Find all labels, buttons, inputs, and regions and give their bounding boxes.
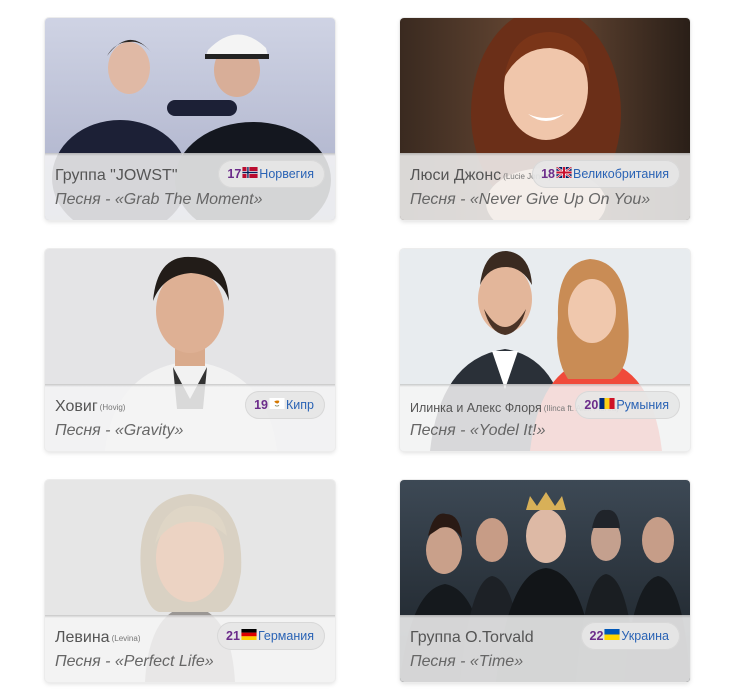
participant-card[interactable]: Группа "JOWST" Песня - «Grab The Moment»… xyxy=(45,18,335,220)
card-info-panel: Илинка и Алекс Флоря(Ilinca ft. Alex Flo… xyxy=(400,384,690,451)
country-badge[interactable]: 20 Румыния xyxy=(575,391,680,419)
performance-number: 22 xyxy=(589,629,604,643)
artist-name: Ховиг (Hovig) xyxy=(55,398,126,415)
germany-flag-icon xyxy=(241,628,257,640)
artist-name: Группа "JOWST" xyxy=(55,167,178,184)
card-info-panel: Люси Джонс (Lucie Jones) Песня - «Never G… xyxy=(400,153,690,220)
card-info-panel: Ховиг (Hovig) Песня - «Gravity» 19 Кипр xyxy=(45,384,335,451)
participant-card[interactable]: Ховиг (Hovig) Песня - «Gravity» 19 Кипр xyxy=(45,249,335,451)
country-badge[interactable]: 17 Норвегия xyxy=(218,160,325,188)
card-info-panel: Группа O.Torvald Песня - «Time» 22 Украи… xyxy=(400,615,690,682)
performance-number: 19 xyxy=(254,398,268,412)
country-link[interactable]: Кипр xyxy=(286,398,314,412)
participant-card[interactable]: Левина (Levina) Песня - «Perfect Life» 21… xyxy=(45,480,335,682)
song-line: Песня - «Grab The Moment» xyxy=(55,191,263,208)
uk-flag-icon xyxy=(556,166,572,178)
artist-name: Группа O.Torvald xyxy=(410,629,534,646)
participant-card[interactable]: Группа O.Torvald Песня - «Time» 22 Украи… xyxy=(400,480,690,682)
ukraine-flag-icon xyxy=(604,628,620,640)
song-line: Песня - «Yodel It!» xyxy=(410,422,546,439)
norway-flag-icon xyxy=(242,166,258,178)
participant-card[interactable]: Илинка и Алекс Флоря(Ilinca ft. Alex Flo… xyxy=(400,249,690,451)
card-info-panel: Левина (Levina) Песня - «Perfect Life» 21… xyxy=(45,615,335,682)
country-link[interactable]: Норвегия xyxy=(259,167,314,181)
country-badge[interactable]: 18 Великобритания xyxy=(532,160,680,188)
country-link[interactable]: Великобритания xyxy=(573,167,669,181)
performance-number: 21 xyxy=(226,629,240,643)
country-badge[interactable]: 19 Кипр xyxy=(245,391,325,419)
country-link[interactable]: Украина xyxy=(621,629,669,643)
artist-name: Левина (Levina) xyxy=(55,629,141,646)
romania-flag-icon xyxy=(599,397,615,409)
country-badge[interactable]: 22 Украина xyxy=(580,622,680,650)
participant-card[interactable]: Люси Джонс (Lucie Jones) Песня - «Never G… xyxy=(400,18,690,220)
song-line: Песня - «Never Give Up On You» xyxy=(410,191,651,208)
song-line: Песня - «Perfect Life» xyxy=(55,653,214,670)
country-link[interactable]: Румыния xyxy=(616,398,669,412)
song-line: Песня - «Time» xyxy=(410,653,524,670)
card-info-panel: Группа "JOWST" Песня - «Grab The Moment»… xyxy=(45,153,335,220)
artist-name: Люси Джонс (Lucie Jones) xyxy=(410,167,552,184)
song-line: Песня - «Gravity» xyxy=(55,422,184,439)
performance-number: 20 xyxy=(584,398,599,412)
performance-number: 18 xyxy=(541,167,555,181)
country-link[interactable]: Германия xyxy=(258,629,314,643)
cyprus-flag-icon xyxy=(269,397,285,409)
performance-number: 17 xyxy=(227,167,242,181)
country-badge[interactable]: 21 Германия xyxy=(217,622,325,650)
